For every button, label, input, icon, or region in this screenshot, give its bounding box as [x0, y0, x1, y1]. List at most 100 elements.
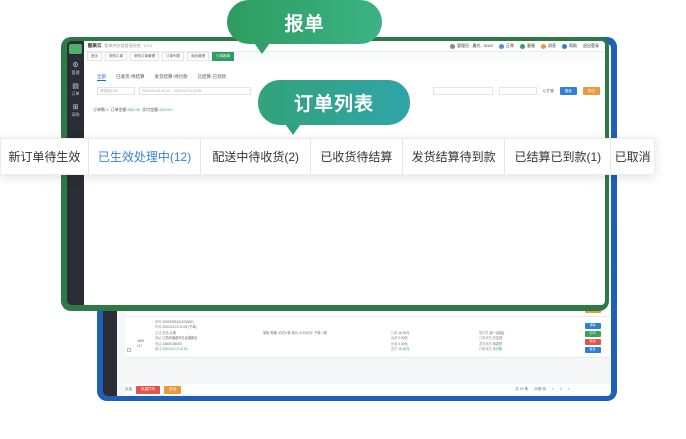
- field-key: 地址: [155, 336, 162, 341]
- account-menu[interactable]: 管理员 - 晨光 - 6022: [449, 43, 493, 49]
- breadcrumb-tab[interactable]: 商品管理: [187, 52, 209, 61]
- app-logo: [69, 44, 82, 54]
- pager-item[interactable]: 20条/页: [534, 387, 546, 392]
- user-icon: [449, 43, 455, 49]
- brand-name: 酷果云: [88, 43, 102, 48]
- pager-item[interactable]: 共 15 条: [515, 387, 528, 392]
- subtab[interactable]: 全部: [97, 74, 106, 81]
- field-key: 优惠: [391, 341, 398, 346]
- field-value: 16.00元: [398, 347, 410, 352]
- field-key: 企业: [155, 330, 162, 335]
- tab-order-status[interactable]: 已收货待结算: [311, 139, 403, 174]
- progress-cell-line: 付款状态 未付款: [479, 347, 573, 353]
- breadcrumb-tab[interactable]: 首页: [87, 52, 102, 61]
- bell-icon: [541, 43, 546, 49]
- goods-cell: 草鱼 规格: 约2斤/条 单价: 8.00元/斤 下单: 2条: [261, 316, 389, 359]
- export-button[interactable]: 导出: [582, 87, 600, 95]
- search-button[interactable]: 搜索: [559, 87, 577, 95]
- tab-order-status[interactable]: 已取消: [611, 139, 654, 174]
- date-range-picker[interactable]: 2020-03-08 09:00 ~ 2020-03-13 23:59: [139, 87, 251, 95]
- sidebar-item-label: 管理: [71, 69, 80, 75]
- pager-item[interactable]: <: [552, 387, 554, 392]
- sidebar-item-label: 采购: [71, 111, 80, 117]
- service-icon: [520, 43, 525, 49]
- callout-order-list: 订单列表: [258, 80, 410, 125]
- order-summary: 订单数:1 订单金额:204.00 实付金额:204.00: [93, 107, 172, 112]
- row-checkbox[interactable]: [127, 347, 131, 352]
- field-key: 订单: [391, 330, 398, 335]
- op-button[interactable]: 发货: [584, 346, 601, 353]
- order-status-tabs: 新订单待生效 已生效处理中(12) 配送中待收货(2) 已收货待结算 发货结算待到款 已结…: [0, 138, 655, 175]
- callout-submit-order: 报单: [227, 0, 382, 44]
- field-value: 16.00元: [398, 330, 410, 335]
- sidebar-item-doc[interactable]: ▤ 订单: [67, 79, 84, 100]
- status-indicator: 正常: [499, 43, 514, 49]
- tab-order-status[interactable]: 已生效处理中(12): [89, 139, 202, 174]
- breadcrumb-tab[interactable]: 采购订单: [105, 52, 127, 61]
- field-value: 2020-03-13 11:05 (下单): [162, 325, 197, 330]
- breadcrumb-tab[interactable]: 采购订单管理: [130, 52, 159, 61]
- breadcrumb: 首页 采购订单 采购订单管理 订单列表 商品管理 订单报单: [84, 52, 605, 61]
- breadcrumb-tab[interactable]: 订单列表: [162, 52, 184, 61]
- field-key: 备注: [155, 347, 162, 352]
- field-key: 订单状态: [479, 336, 492, 341]
- help-icon: [562, 43, 567, 49]
- pagination: 共 15 条 20条/页 <1 >: [515, 387, 610, 392]
- progress-cell: 操作员 晨一(待接) 订单状态 已生效 发货状态 待发货 付款状态 未付款: [477, 316, 575, 359]
- select-all-checkbox[interactable]: 全选: [125, 387, 132, 392]
- customer-cell-line: 备注 2020-03-13 10:00: [155, 347, 259, 353]
- tab-order-status[interactable]: 发货结算待到款: [403, 139, 506, 174]
- expand-toggle[interactable]: Q 扩展: [543, 89, 554, 94]
- breadcrumb-tab[interactable]: 订单报单: [212, 52, 234, 61]
- subtab[interactable]: 已结算-已到款: [198, 74, 227, 81]
- logout-link[interactable]: 退出登录: [583, 43, 599, 49]
- tab-order-status[interactable]: 已结算已到款(1): [505, 139, 612, 174]
- field-value: 未付款: [492, 347, 503, 352]
- row-number-cell: 4459 117: [135, 316, 153, 359]
- pager-item[interactable]: >: [568, 387, 570, 392]
- field-key: 实付: [391, 347, 398, 352]
- message-link[interactable]: 消息: [541, 43, 556, 49]
- status-subtabs: 全部 已收货-待结算 发货结算-待付款 已结算-已到款: [97, 74, 226, 81]
- sidebar-item-cart[interactable]: ⊞ 采购: [67, 100, 84, 121]
- batch-export-button[interactable]: 导出: [164, 385, 181, 394]
- op-button[interactable]: 取消: [584, 338, 601, 345]
- field-key: 运费: [391, 336, 398, 341]
- field-key: 时间: [155, 325, 162, 330]
- field-key: 电话: [155, 341, 162, 346]
- goods-line: 草鱼 规格: 约2斤/条 单价: 8.00元/斤 下单: 2条: [263, 330, 328, 335]
- brand-subtitle: 酷果供应链管理系统 · V2.0: [104, 43, 153, 48]
- field-key: 付款状态: [479, 347, 492, 352]
- service-link[interactable]: 客服: [520, 43, 535, 49]
- sidebar-item-gear[interactable]: ⚙ 管理: [67, 58, 84, 79]
- row-checkbox-cell: [125, 316, 135, 359]
- gear-icon: ⚙: [72, 61, 79, 69]
- subtab[interactable]: 已收货-待结算: [116, 74, 145, 81]
- field-key: 操作员: [479, 330, 489, 335]
- field-value: 2020-03-13 10:00: [162, 347, 188, 352]
- pager-item[interactable]: 1: [560, 387, 562, 392]
- table-row[interactable]: 4459 117 单号 202003091311000001 时间 2020-03-1…: [125, 316, 610, 359]
- field-key: 单号: [155, 319, 162, 324]
- help-link[interactable]: 帮助: [562, 43, 577, 49]
- subtab[interactable]: 发货结算-待付款: [155, 74, 188, 81]
- sidebar-item-label: 订单: [71, 90, 80, 96]
- keyword-input[interactable]: [433, 87, 493, 95]
- field-value: 202003091311000001: [162, 319, 194, 324]
- op-button[interactable]: 详情: [584, 322, 601, 329]
- tab-order-status[interactable]: 新订单待生效: [1, 139, 89, 174]
- cart-icon: ⊞: [72, 103, 79, 111]
- doc-icon: ▤: [72, 82, 79, 90]
- amount-cell: 订单 16.00元 运费 0.00元 优惠 0.00元 实付 16.00元: [389, 316, 477, 359]
- amount-cell-line: 实付 16.00元: [391, 347, 475, 353]
- tab-order-status[interactable]: 配送中待收货(2): [201, 139, 312, 174]
- field-value: 待发货: [492, 341, 503, 346]
- field-value: 13600136000: [162, 341, 182, 346]
- op-button[interactable]: 打印: [584, 330, 601, 337]
- company-select[interactable]: 请选择公司: [97, 87, 135, 95]
- table-footer: 全选 批量打印 导出 共 15 条 20条/页 <1 >: [125, 384, 610, 395]
- batch-print-button[interactable]: 批量打印: [136, 385, 160, 394]
- field-value: 晨一(待接): [489, 330, 505, 335]
- status-select[interactable]: [499, 87, 537, 95]
- field-key: 发货状态: [479, 341, 492, 346]
